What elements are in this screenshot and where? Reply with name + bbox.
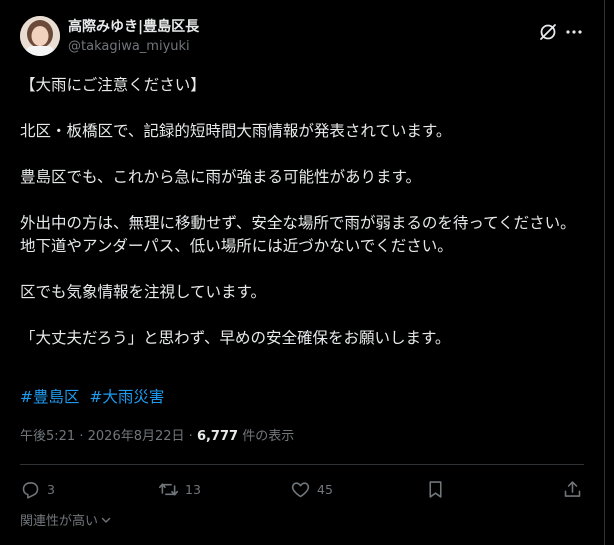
post-paragraph: 「大丈夫だろう」と思わず、早めの安全確保をお願いします。: [20, 329, 451, 347]
share-icon: [564, 480, 581, 497]
bookmark-button[interactable]: [425, 476, 446, 502]
share-button[interactable]: [562, 476, 583, 502]
sort-label: 関連性が高い: [20, 514, 99, 529]
chevron-down-icon: [101, 517, 111, 523]
post-text: 【大雨にご注意ください】 北区・板橋区で、記録的短時間大雨情報が発表されています…: [20, 74, 588, 373]
post-header: 高際みゆき|豊島区長 @takagiwa_miyuki: [20, 13, 584, 59]
grok-icon[interactable]: [538, 22, 558, 42]
post-detail: 高際みゆき|豊島区長 @takagiwa_miyuki 【大雨にご注意ください】…: [0, 0, 605, 545]
post-paragraph: 区でも気象情報を注視しています。: [20, 283, 266, 301]
more-icon[interactable]: [564, 22, 584, 42]
hashtags: #豊島区 #大雨災害: [20, 386, 169, 408]
post-paragraph: 北区・板橋区で、記録的短時間大雨情報が発表されています。: [20, 122, 452, 140]
post-paragraph: 豊島区でも、これから急に雨が強まる可能性があります。: [20, 168, 421, 186]
repost-count: 13: [185, 481, 201, 497]
author-handle[interactable]: @takagiwa_miyuki: [68, 38, 199, 56]
post-paragraph: 【大雨にご注意ください】: [20, 76, 206, 94]
hashtag-link[interactable]: #豊島区: [20, 388, 80, 406]
post-time[interactable]: 午後5:21: [20, 429, 75, 444]
avatar-image: [20, 16, 60, 56]
like-count: 45: [317, 481, 333, 497]
heart-icon: [291, 481, 310, 497]
views-count: 6,777: [196, 429, 239, 444]
bookmark-icon: [429, 480, 442, 498]
post-date[interactable]: 2026年8月22日: [88, 429, 185, 444]
reply-count: 3: [47, 481, 55, 497]
meta-separator: ·: [79, 429, 84, 444]
repost-icon: [158, 482, 179, 496]
avatar[interactable]: [20, 16, 60, 56]
reply-button[interactable]: 3: [20, 476, 55, 502]
repost-button[interactable]: 13: [158, 476, 201, 502]
divider: [20, 464, 584, 465]
meta-separator: ·: [188, 429, 193, 444]
reply-icon: [22, 481, 39, 499]
author-info: 高際みゆき|豊島区長 @takagiwa_miyuki: [68, 18, 199, 56]
post-meta: 午後5:21 · 2026年8月22日 · 6,777 件の表示: [20, 428, 294, 446]
hashtag-link[interactable]: #大雨災害: [89, 388, 164, 406]
author-display-name[interactable]: 高際みゆき|豊島区長: [68, 18, 199, 36]
like-button[interactable]: 45: [290, 476, 333, 502]
views-label: 件の表示: [242, 429, 295, 444]
action-bar: 3 13 45: [20, 476, 584, 502]
post-paragraph: 外出中の方は、無理に移動せず、安全な場所で雨が弱まるのを待ってください。地下道や…: [20, 214, 576, 255]
sort-dropdown[interactable]: 関連性が高い: [20, 510, 112, 529]
